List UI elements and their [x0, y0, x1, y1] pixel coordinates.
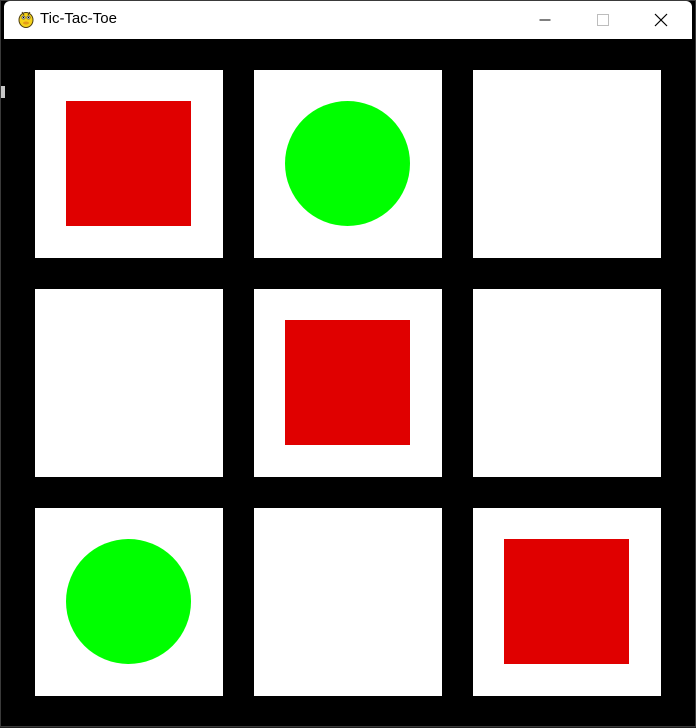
red-square-mark: [285, 320, 410, 445]
pygame-snake-icon: [18, 11, 34, 28]
close-button[interactable]: [632, 1, 690, 39]
minimize-button[interactable]: [516, 1, 574, 39]
close-icon: [654, 13, 668, 27]
game-window: Tic-Tac-Toe: [0, 0, 696, 727]
green-circle-mark: [66, 539, 191, 664]
green-circle-mark: [285, 101, 410, 226]
board-cell-top-right[interactable]: [473, 70, 661, 258]
game-board: [1, 39, 696, 728]
board-cell-bottom-center[interactable]: [254, 508, 442, 696]
board-cell-top-center[interactable]: [254, 70, 442, 258]
maximize-button[interactable]: [574, 1, 632, 39]
window-title: Tic-Tac-Toe: [40, 10, 117, 27]
title-bar[interactable]: Tic-Tac-Toe: [4, 1, 692, 39]
red-square-mark: [504, 539, 629, 664]
board-cell-bottom-left[interactable]: [35, 508, 223, 696]
board-cell-middle-right[interactable]: [473, 289, 661, 477]
board-cell-center[interactable]: [254, 289, 442, 477]
board-cell-middle-left[interactable]: [35, 289, 223, 477]
maximize-icon: [597, 14, 609, 26]
minimize-icon: [539, 19, 551, 21]
board-cell-bottom-right[interactable]: [473, 508, 661, 696]
red-square-mark: [66, 101, 191, 226]
board-cell-top-left[interactable]: [35, 70, 223, 258]
